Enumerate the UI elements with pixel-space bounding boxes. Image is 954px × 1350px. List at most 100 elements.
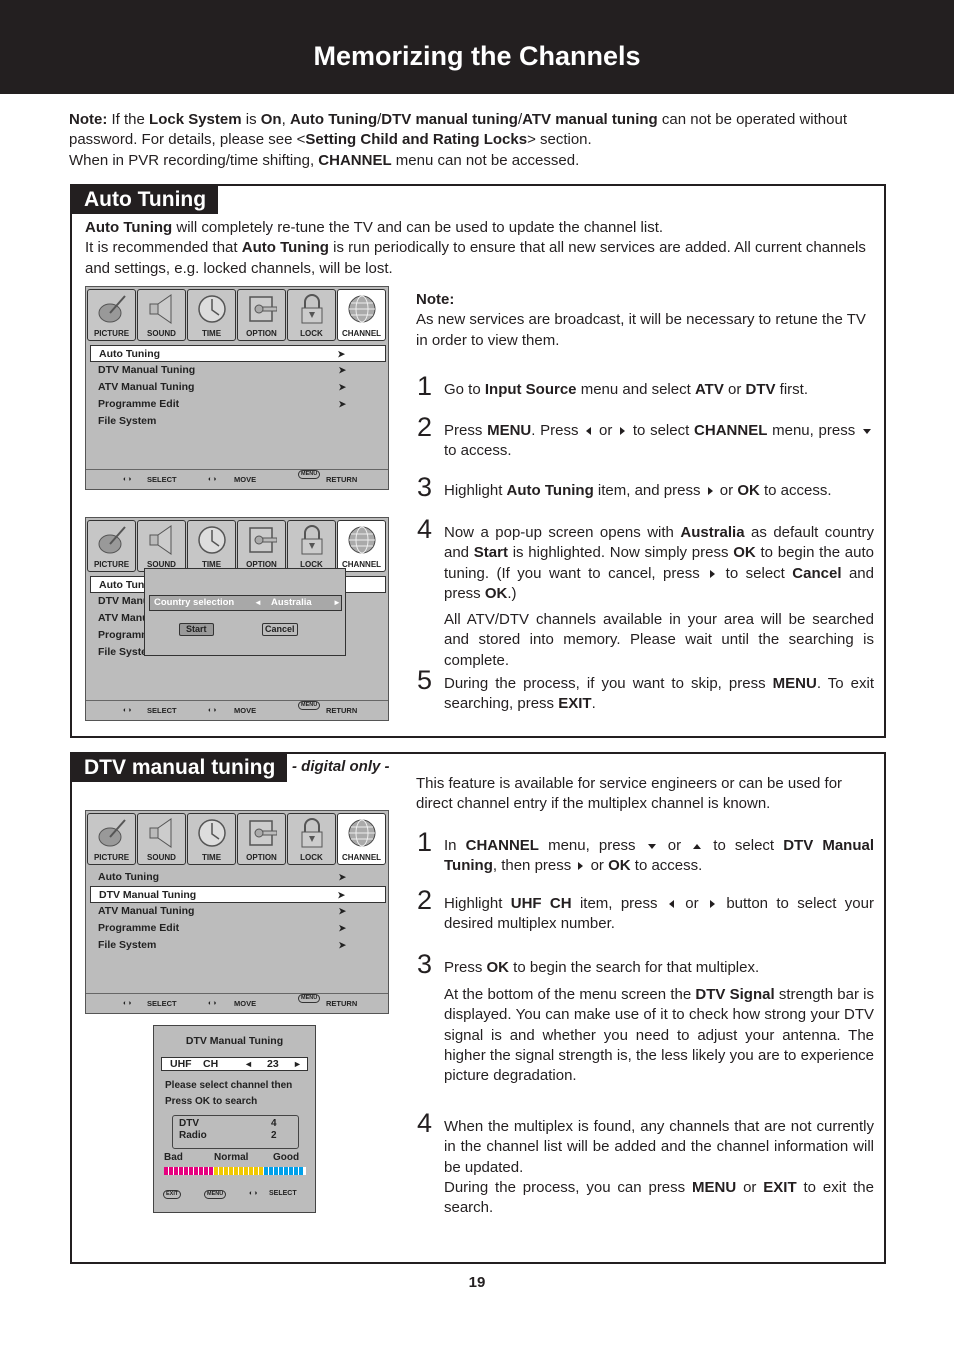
osd-tab-label: OPTION [246,329,277,338]
select-hint: SELECT [147,999,177,1008]
osd-tab-label: PICTURE [93,329,130,338]
osd-menu-item[interactable]: DTV Manual Tuning ➤ [90,886,386,903]
country-label: Country selection [154,597,235,608]
cancel-button[interactable]: Cancel [262,623,298,636]
dtv-label: DTV [179,1118,199,1129]
osd-menu-item[interactable]: Auto Tuning ➤ [90,345,386,362]
arrow-right-icon [709,900,715,909]
move-hint: MOVE [234,706,257,715]
section-title: Auto Tuning [72,186,219,214]
osd-tab-channel[interactable]: CHANNEL [337,520,386,572]
osd-tab-option[interactable]: OPTION [237,520,286,572]
osd-tab-label: LOCK [300,329,323,338]
return-hint: RETURN [326,706,358,715]
country-selector[interactable]: Country selection ◄ Australia ► [149,595,342,611]
note-line1: Note: If the Lock System is On, Auto Tun… [69,110,889,151]
instruction-line-1: Please select channel then [165,1080,293,1091]
osd-tab-time[interactable]: TIME [187,289,236,341]
osd-tab-lock[interactable]: LOCK [287,813,336,865]
signal-segment-good [269,1167,273,1175]
osd-tab-time[interactable]: TIME [187,813,236,865]
signal-segment-bad [184,1167,188,1175]
osd-tab-picture[interactable]: PICTURE [87,813,136,865]
osd-menu-item[interactable]: DTV Manual Tuning ➤ [90,362,386,379]
picture-icon [97,293,127,325]
country-selection-popup: Country selection ◄ Australia ► Start Cancel [144,568,346,656]
select-hint: SELECT [269,1190,297,1197]
signal-segment-normal [214,1167,218,1175]
arrow-up-icon [693,843,702,849]
osd-tab-channel[interactable]: CHANNEL [337,813,386,865]
osd-menu-item-label: ATV Manual Tuning [98,381,195,393]
page-title: Memorizing the Channels [313,41,641,71]
menu-key-icon: MENU [298,994,321,1003]
arrow-down-icon [862,428,871,434]
step-text: Go to Input Source menu and select ATV o… [444,381,809,398]
osd-menu-item[interactable]: Programme Edit ➤ [90,920,386,937]
osd-menu-item[interactable]: Programme Edit ➤ [90,396,386,413]
osd-tab-channel[interactable]: CHANNEL [337,289,386,341]
step-text: When the multiplex is found, any channel… [444,1118,874,1176]
step-number: 5 [417,665,433,695]
signal-segment-bad [189,1167,193,1175]
osd-menu-list: Auto Tuning ➤ DTV Manual Tuning ➤ ATV Manual… [90,345,386,430]
country-value: Australia [271,597,312,608]
left-right-keys-icon: ◐◑ [249,1190,258,1197]
up-down-keys-icon: ◐◑ [208,707,217,714]
signal-segment-good [279,1167,283,1175]
osd-menu-item[interactable]: File System [90,413,386,430]
chevron-right-icon: ➤ [338,872,346,882]
chevron-right-icon: ➤ [338,382,346,392]
osd-tab-picture[interactable]: PICTURE [87,520,136,572]
osd-footer: ◐◑ SELECT ◐◑ MOVE MENU RETURN [86,993,388,1013]
osd-tab-label: SOUND [147,853,176,862]
globe-icon [347,524,377,556]
arrow-right-icon[interactable]: ► [333,596,341,610]
menu-key-icon: MENU [204,1190,227,1199]
osd-tab-lock[interactable]: LOCK [287,520,336,572]
osd-menu-item-label: Auto Tuning [98,871,160,883]
osd-tab-lock[interactable]: LOCK [287,289,336,341]
signal-label-good: Good [273,1152,300,1163]
osd-tab-picture[interactable]: PICTURE [87,289,136,341]
step-text: Highlight Auto Tuning item, and press or… [444,482,832,499]
page-number: 19 [468,1274,486,1291]
osd-tab-time[interactable]: TIME [187,520,236,572]
osd-menu-item[interactable]: File System ➤ [90,937,386,954]
osd-menu-item-label: Auto Tuning [99,348,161,360]
uhf-channel-field[interactable]: UHF CH ◄ 23 ► [161,1057,308,1071]
start-button[interactable]: Start [179,623,214,636]
lock-icon [297,817,327,849]
note-text-1: If the Lock System is On, Auto Tuning/DT… [69,111,848,149]
arrow-right-icon [578,862,584,871]
signal-segment-bad [199,1167,203,1175]
signal-segment-good [284,1167,288,1175]
signal-segment-normal [244,1167,248,1175]
arrow-right-icon[interactable]: ► [293,1058,302,1070]
arrow-left-icon[interactable]: ◄ [254,596,262,610]
signal-segment-bad [169,1167,173,1175]
speaker-icon [147,293,177,325]
clock-icon [197,293,227,325]
ch-label: CH [203,1058,219,1070]
osd-menu-item[interactable]: Auto Tuning ➤ [90,869,386,886]
note-label: Note: [69,111,108,128]
move-hint: MOVE [234,475,257,484]
section-title: DTV manual tuning [72,754,288,782]
osd-menu-item-label: Programme Edit [98,398,180,410]
signal-segment-bad [194,1167,198,1175]
step-text: In CHANNEL menu, press or to select DTV … [444,837,874,875]
osd-tab-sound[interactable]: SOUND [137,520,186,572]
instruction-line-2: Press OK to search [165,1096,258,1107]
side-note-text: As new services are broadcast, it will b… [416,311,866,349]
osd-menu-item-label: DTV Manual Tuning [99,889,197,901]
osd-tab-option[interactable]: OPTION [237,289,286,341]
osd-menu-item[interactable]: ATV Manual Tuning ➤ [90,903,386,920]
left-right-keys-icon: ◐◑ [123,1000,132,1007]
osd-tab-option[interactable]: OPTION [237,813,286,865]
chevron-right-icon: ➤ [338,923,346,933]
osd-tab-sound[interactable]: SOUND [137,289,186,341]
osd-menu-item[interactable]: ATV Manual Tuning ➤ [90,379,386,396]
osd-tab-sound[interactable]: SOUND [137,813,186,865]
arrow-left-icon[interactable]: ◄ [244,1058,253,1070]
